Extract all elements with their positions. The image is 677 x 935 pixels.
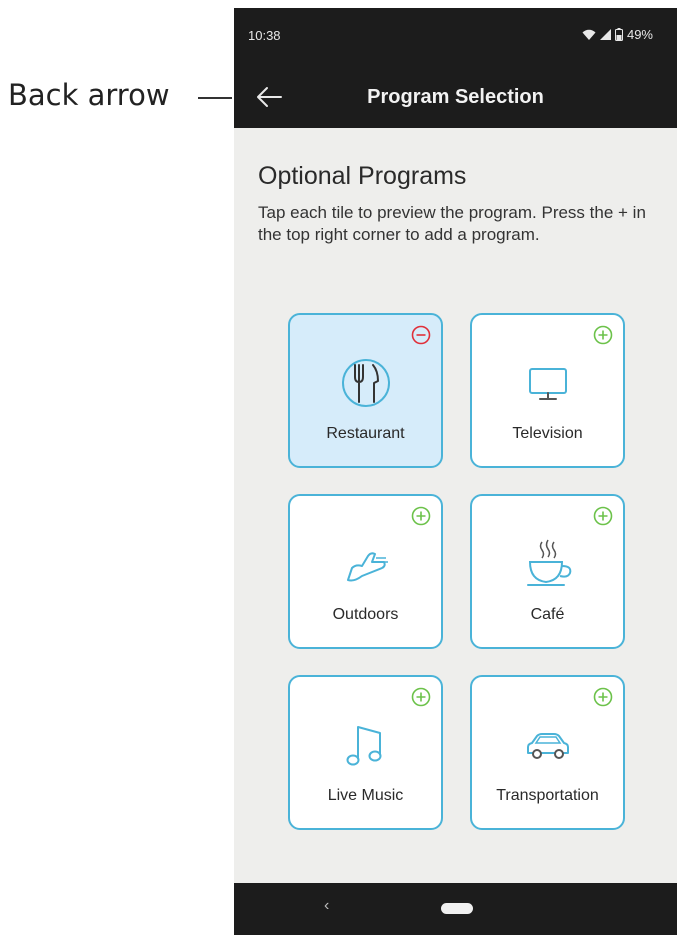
tile-label: Live Music xyxy=(327,787,404,804)
status-time: 10:38 xyxy=(248,28,281,43)
app-bar: Program Selection xyxy=(234,66,677,128)
music-note-icon xyxy=(346,726,381,766)
program-tile-cafe[interactable]: Café xyxy=(470,494,625,649)
system-nav-bar: ‹ xyxy=(234,883,677,935)
tile-label: Television xyxy=(512,425,583,442)
page-title: Program Selection xyxy=(367,86,544,108)
add-circle-icon[interactable] xyxy=(593,687,613,707)
program-tile-transportation[interactable]: Transportation xyxy=(470,675,625,830)
tile-label: Outdoors xyxy=(332,606,399,623)
fork-knife-icon xyxy=(341,359,390,407)
section-heading: Optional Programs xyxy=(258,162,467,190)
instructions-text: Tap each tile to preview the program. Pr… xyxy=(258,203,646,244)
status-bar: 10:38 49% xyxy=(234,8,677,66)
status-icons: 49% xyxy=(582,27,653,42)
program-tile-restaurant[interactable]: Restaurant xyxy=(288,313,443,468)
add-circle-icon[interactable] xyxy=(593,325,613,345)
add-circle-icon[interactable] xyxy=(411,687,431,707)
television-icon xyxy=(528,368,567,400)
back-arrow-callout-label: Back arrow xyxy=(8,78,170,112)
cell-signal-icon xyxy=(599,29,611,40)
add-circle-icon[interactable] xyxy=(411,506,431,526)
battery-icon xyxy=(614,28,623,41)
program-tile-live-music[interactable]: Live Music xyxy=(288,675,443,830)
add-circle-icon[interactable] xyxy=(593,506,613,526)
callout-leader-line xyxy=(198,97,232,99)
running-shoe-icon xyxy=(346,552,388,582)
program-tile-television[interactable]: Television xyxy=(470,313,625,468)
coffee-cup-icon xyxy=(526,539,571,586)
tile-label: Restaurant xyxy=(326,425,405,442)
wifi-icon xyxy=(582,29,596,40)
nav-home-button[interactable] xyxy=(441,903,473,914)
remove-circle-icon[interactable] xyxy=(411,325,431,345)
battery-percent: 49% xyxy=(626,27,653,42)
phone-screen: 10:38 49% Program Selection Optional Pro… xyxy=(234,8,677,935)
car-icon xyxy=(526,733,569,759)
tile-label: Transportation xyxy=(496,787,599,804)
nav-back-button[interactable]: ‹ xyxy=(324,897,329,915)
program-tile-outdoors[interactable]: Outdoors xyxy=(288,494,443,649)
tile-label: Café xyxy=(530,606,565,623)
